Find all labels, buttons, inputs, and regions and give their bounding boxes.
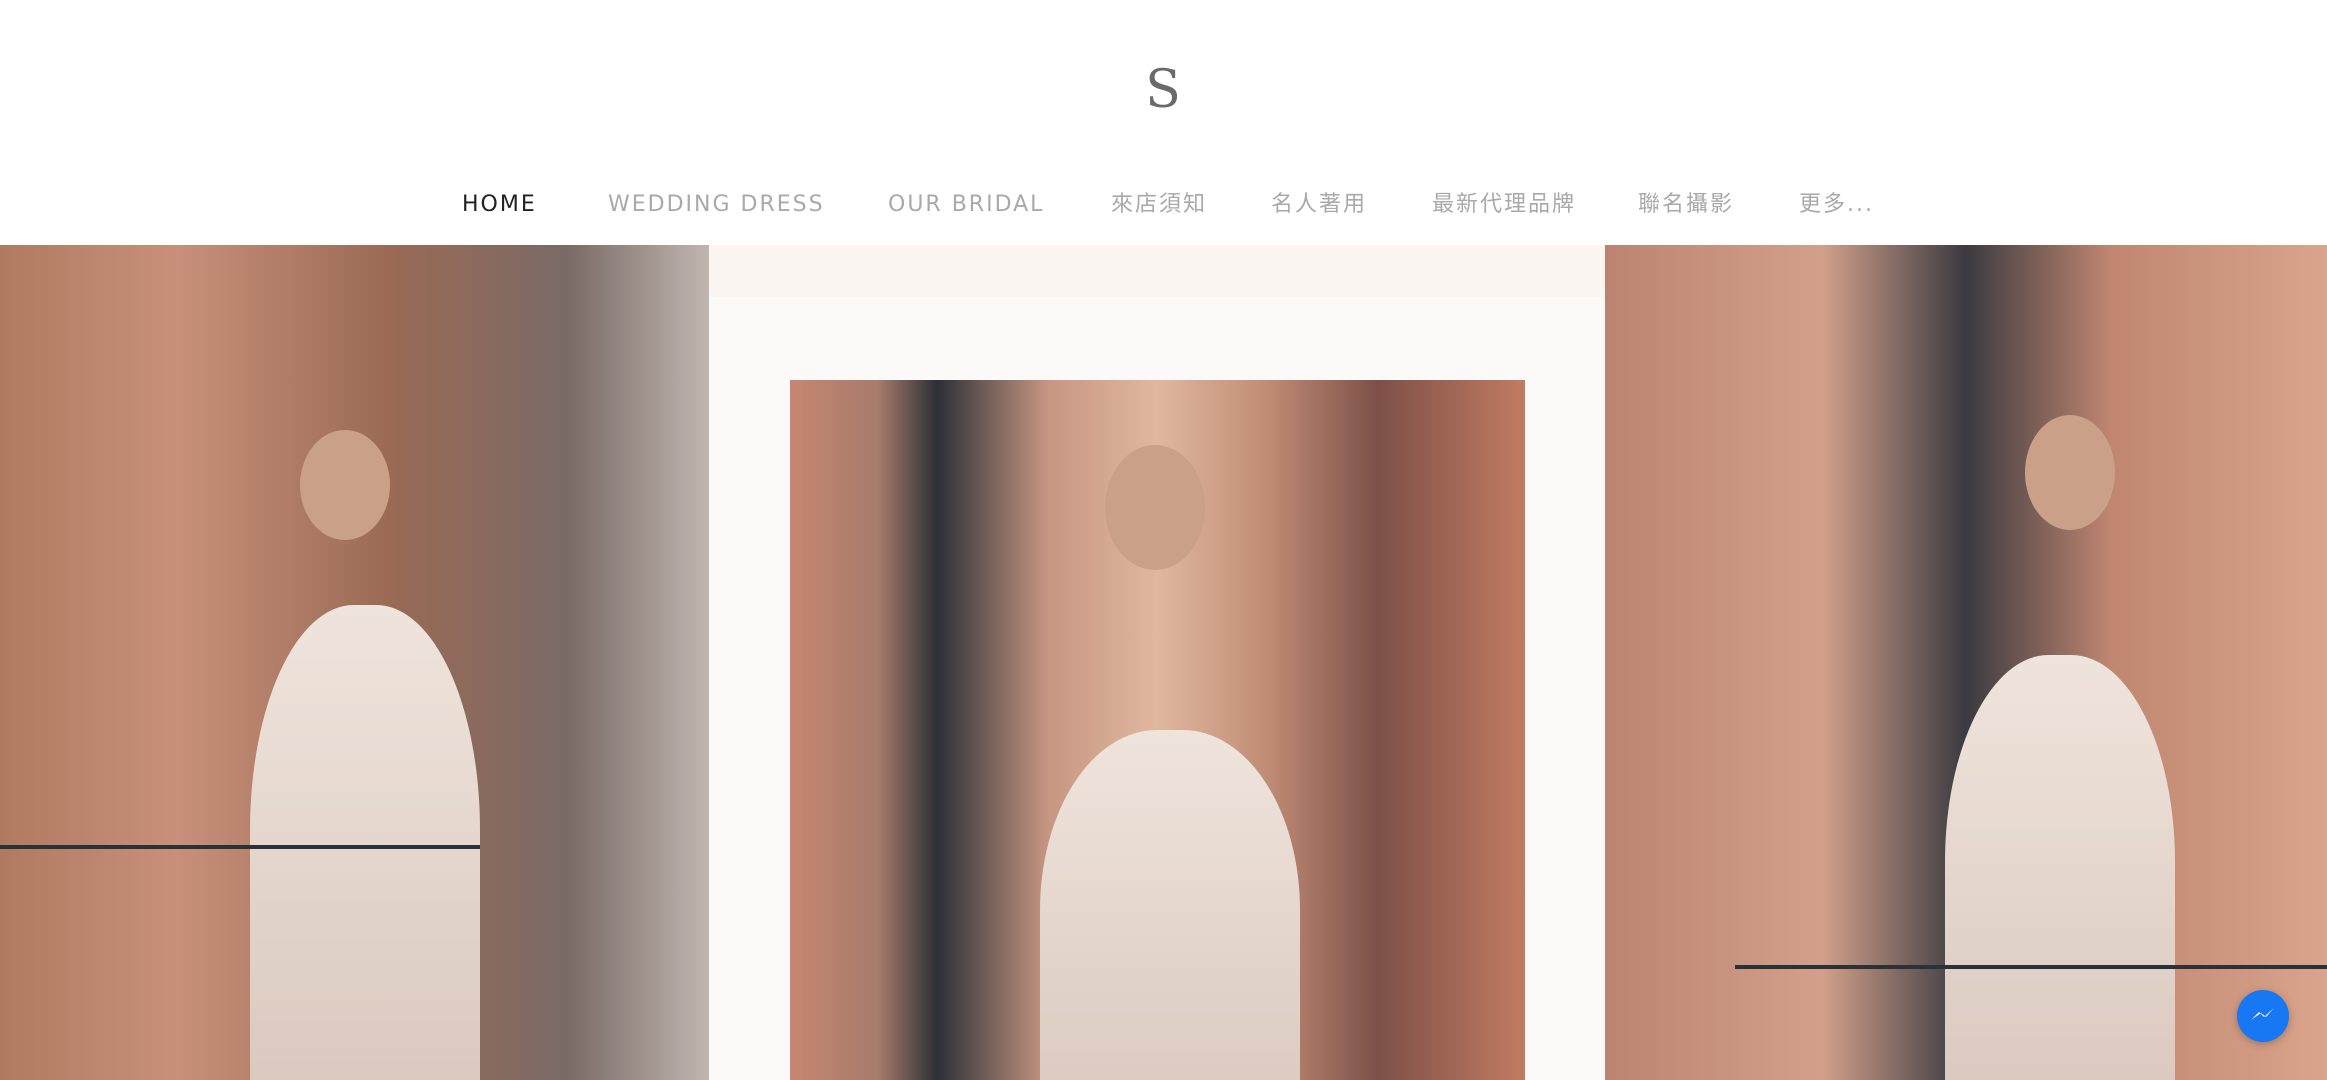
model-head [1105,445,1205,570]
bridal-photo-back-view[interactable] [0,245,709,1080]
messenger-icon [2251,1008,2274,1020]
gown-shape [250,605,480,1080]
bridal-photo-side-view[interactable] [1605,245,2327,1080]
main-nav: HOME WEDDING DRESS OUR BRIDAL 來店須知 名人著用 … [0,180,2327,230]
nav-item-home[interactable]: HOME [462,180,537,230]
model-head [300,430,390,540]
bridal-photo-frame [709,245,1605,1080]
site-header: S HOME WEDDING DRESS OUR BRIDAL 來店須知 名人著… [0,0,2327,245]
frame-top-band [709,245,1605,297]
nav-item-more[interactable]: 更多... [1799,180,1874,230]
nav-item-our-bridal[interactable]: OUR BRIDAL [888,180,1044,230]
balcony-railing [1735,965,2327,969]
nav-item-store-notice[interactable]: 來店須知 [1111,180,1207,230]
site-logo[interactable]: S [1113,55,1213,125]
model-head [2025,415,2115,530]
gown-shape [1040,730,1300,1080]
nav-item-celebrity-wear[interactable]: 名人著用 [1271,180,1367,230]
balcony-railing [0,845,480,849]
hero-gallery [0,245,2327,1080]
bridal-photo-front-view[interactable] [790,380,1525,1080]
gown-shape [1945,655,2175,1080]
messenger-chat-button[interactable] [2237,990,2289,1042]
nav-item-latest-brands[interactable]: 最新代理品牌 [1432,180,1576,230]
nav-item-wedding-dress[interactable]: WEDDING DRESS [608,180,825,230]
nav-item-collab-photography[interactable]: 聯名攝影 [1638,180,1734,230]
